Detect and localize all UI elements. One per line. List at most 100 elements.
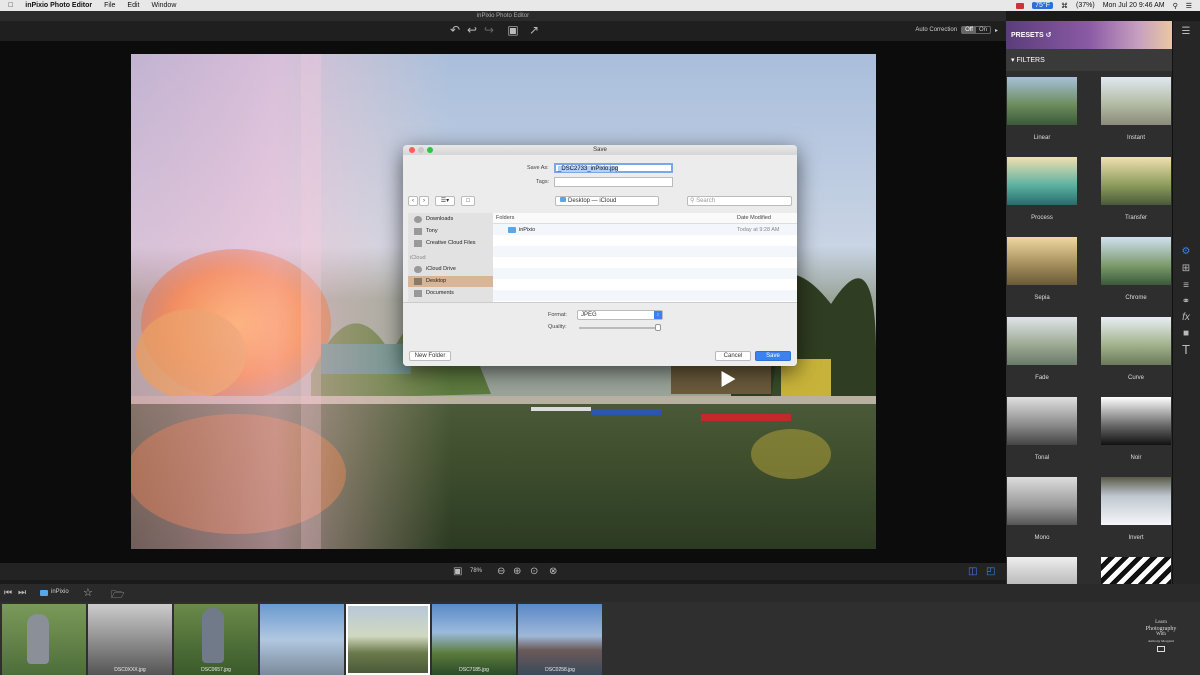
menu-window[interactable]: Window bbox=[151, 2, 176, 9]
filter-invert[interactable] bbox=[1101, 477, 1171, 525]
filters-header[interactable]: ▾ FILTERS bbox=[1006, 49, 1172, 71]
rotate-left-icon[interactable]: ↶ bbox=[448, 23, 462, 37]
search-input[interactable]: ⚲ Search bbox=[687, 196, 792, 206]
toggle-on[interactable]: On bbox=[976, 27, 990, 33]
battery-status[interactable]: (37%) bbox=[1076, 2, 1095, 9]
share-icon[interactable]: ↗ bbox=[527, 23, 541, 37]
close-button[interactable] bbox=[409, 147, 415, 153]
filter-sepia[interactable] bbox=[1007, 237, 1077, 285]
sidebar-item-icloud-drive[interactable]: iCloud Drive bbox=[408, 264, 493, 275]
auto-correction-toggle[interactable]: Off On bbox=[961, 26, 991, 34]
prev-image-icon[interactable]: ⏮ bbox=[4, 587, 12, 598]
filter-instant[interactable] bbox=[1101, 77, 1171, 125]
filter-label: Invert bbox=[1128, 535, 1144, 541]
menu-file[interactable]: File bbox=[104, 2, 115, 9]
column-folders[interactable]: Folders bbox=[496, 215, 514, 221]
filter-label: Chrome bbox=[1125, 295, 1147, 301]
compare-icon[interactable]: ◫ bbox=[968, 566, 977, 577]
notification-icon[interactable]: ☰ bbox=[1186, 2, 1192, 10]
quality-slider-handle[interactable] bbox=[655, 324, 661, 331]
apple-icon[interactable]:  bbox=[8, 2, 13, 9]
cloud-icon bbox=[414, 266, 422, 273]
sidebar-item-downloads[interactable]: Downloads bbox=[408, 214, 493, 225]
search-icon[interactable]: ⚲ bbox=[1173, 2, 1178, 10]
split-view-icon[interactable]: ◰ bbox=[986, 566, 995, 577]
new-folder-icon[interactable]: □ bbox=[461, 196, 475, 206]
zoom-out-icon[interactable]: ⊖ bbox=[497, 566, 505, 577]
filter-label: Curve bbox=[1127, 375, 1144, 381]
menu-app-name[interactable]: inPixio Photo Editor bbox=[25, 2, 92, 9]
effects-icon[interactable]: fx bbox=[1179, 311, 1193, 325]
weather-temp[interactable]: 75°F bbox=[1032, 2, 1054, 9]
new-folder-button[interactable]: New Folder bbox=[409, 351, 451, 361]
next-image-icon[interactable]: ⏭ bbox=[18, 587, 26, 598]
redo-icon[interactable]: ↪ bbox=[482, 23, 496, 37]
thumbnail[interactable] bbox=[2, 604, 86, 675]
toggle-off[interactable]: Off bbox=[962, 27, 976, 33]
folder-icon bbox=[414, 240, 422, 247]
filter-linear[interactable] bbox=[1007, 77, 1077, 125]
chevron-updown-icon: ↕ bbox=[654, 311, 662, 319]
frame-icon[interactable]: ■ bbox=[1179, 327, 1193, 341]
sidebar-item-desktop[interactable]: Desktop bbox=[408, 276, 493, 287]
presets-header[interactable]: PRESETS ↺ bbox=[1006, 21, 1172, 49]
menubar:  inPixio Photo Editor File Edit Window … bbox=[0, 0, 1200, 11]
filter-tonal[interactable] bbox=[1007, 397, 1077, 445]
filter-mono[interactable] bbox=[1007, 477, 1077, 525]
filter-label: Tonal bbox=[1034, 455, 1050, 461]
forward-icon[interactable]: › bbox=[419, 196, 429, 206]
minimize-button[interactable] bbox=[418, 147, 424, 153]
thumbnail[interactable]: DSC0XXX.jpg bbox=[88, 604, 172, 675]
filter-thumbnail[interactable] bbox=[1007, 557, 1077, 584]
sidebar-item-tony[interactable]: Tony bbox=[408, 226, 493, 237]
back-icon[interactable]: ‹ bbox=[408, 196, 418, 206]
text-icon[interactable]: T bbox=[1179, 343, 1193, 357]
sidebar-item-creative-cloud[interactable]: Creative Cloud Files bbox=[408, 238, 493, 249]
cancel-button[interactable]: Cancel bbox=[715, 351, 751, 361]
star-icon[interactable]: ☆ bbox=[83, 586, 93, 599]
view-options-icon[interactable]: ☰▾ bbox=[435, 196, 455, 206]
save-button[interactable]: Save bbox=[755, 351, 791, 361]
filter-thumbnail[interactable] bbox=[1101, 557, 1171, 584]
glasses-icon[interactable]: ⚭ bbox=[1179, 295, 1193, 309]
filter-chrome[interactable] bbox=[1101, 237, 1171, 285]
filter-process[interactable] bbox=[1007, 157, 1077, 205]
presets-tool-icon[interactable]: ⚙ bbox=[1179, 245, 1193, 259]
zoom-actual-icon[interactable]: ⊙ bbox=[530, 566, 538, 577]
documents-icon bbox=[414, 290, 422, 297]
menu-edit[interactable]: Edit bbox=[127, 2, 139, 9]
zoom-button[interactable] bbox=[427, 147, 433, 153]
sidebar-item-documents[interactable]: Documents bbox=[408, 288, 493, 299]
save-as-value: _DSC2733_inPixio.jpg bbox=[558, 166, 619, 172]
folder-name[interactable]: inPixio bbox=[51, 589, 69, 595]
fit-screen-icon[interactable]: ▣ bbox=[453, 566, 462, 577]
save-as-input[interactable]: _DSC2733_inPixio.jpg bbox=[554, 163, 673, 173]
undo-icon[interactable]: ↩ bbox=[465, 23, 479, 37]
filter-transfer[interactable] bbox=[1101, 157, 1171, 205]
adjust-icon[interactable]: ≡ bbox=[1179, 279, 1193, 293]
thumbnail-selected[interactable] bbox=[346, 604, 430, 675]
sidebar-item-label: Documents bbox=[426, 290, 454, 296]
wifi-icon[interactable]: ⌘ bbox=[1061, 2, 1068, 10]
zoom-reset-icon[interactable]: ⊗ bbox=[549, 566, 557, 577]
thumbnail[interactable]: DSC7185.jpg bbox=[432, 604, 516, 675]
zoom-in-icon[interactable]: ⊕ bbox=[513, 566, 521, 577]
more-icon[interactable]: ☰ bbox=[1179, 25, 1193, 39]
save-icon[interactable]: ▣ bbox=[506, 23, 520, 37]
clock[interactable]: Mon Jul 20 9:46 AM bbox=[1103, 2, 1165, 9]
table-row[interactable]: inPixio Today at 9:28 AM bbox=[493, 224, 797, 235]
tags-input[interactable] bbox=[554, 177, 673, 187]
crop-icon[interactable]: ⊞ bbox=[1179, 262, 1193, 276]
thumbnail[interactable]: DSC0258.jpg bbox=[518, 604, 602, 675]
filter-fade[interactable] bbox=[1007, 317, 1077, 365]
column-date[interactable]: Date Modified bbox=[737, 215, 771, 221]
arrow-right-icon[interactable]: ▸ bbox=[995, 27, 998, 34]
thumbnail[interactable] bbox=[260, 604, 344, 675]
quality-slider[interactable] bbox=[579, 324, 661, 331]
format-select[interactable]: JPEG ↕ bbox=[577, 310, 663, 320]
location-select[interactable]: Desktop — iCloud bbox=[555, 196, 659, 206]
filter-curve[interactable] bbox=[1101, 317, 1171, 365]
status-icon[interactable] bbox=[1016, 2, 1025, 9]
filter-noir[interactable] bbox=[1101, 397, 1171, 445]
thumbnail[interactable]: DSC0657.jpg bbox=[174, 604, 258, 675]
